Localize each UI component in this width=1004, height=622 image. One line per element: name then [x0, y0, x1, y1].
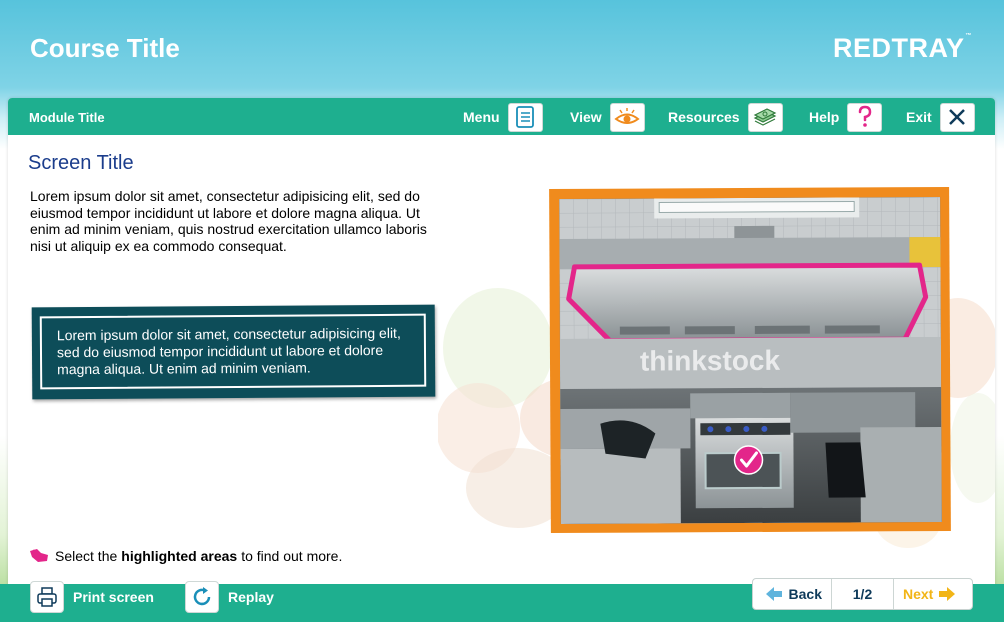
- help-button[interactable]: Help: [809, 102, 883, 132]
- intro-paragraph: Lorem ipsum dolor sit amet, consectetur …: [30, 188, 427, 254]
- view-button[interactable]: View: [570, 102, 645, 132]
- hint-post: to find out more.: [241, 548, 343, 564]
- trademark-mark: ™: [965, 33, 972, 39]
- brand-logo: REDTRAY™: [833, 33, 972, 64]
- view-label: View: [570, 109, 602, 125]
- question-mark-icon: [847, 102, 883, 132]
- brand-name: REDTRAY: [832, 33, 965, 63]
- module-title: Module Title: [29, 110, 105, 125]
- screen-title: Screen Title: [28, 152, 134, 174]
- module-toolbar: Module Title Menu View Resources Help Ex…: [8, 98, 995, 135]
- print-screen-button[interactable]: Print screen: [30, 580, 154, 614]
- photo-watermark: thinkstock: [640, 345, 781, 377]
- money-stack-icon: [747, 102, 783, 132]
- close-icon: [939, 102, 975, 132]
- content-panel: Module Title Menu View Resources Help Ex…: [8, 98, 995, 592]
- hint-highlight: highlighted areas: [121, 548, 238, 564]
- kitchen-photo: thinkstock: [559, 197, 942, 524]
- exit-label: Exit: [906, 109, 932, 125]
- next-label: Next: [903, 586, 934, 602]
- top-header: Course Title REDTRAY™: [0, 0, 1004, 100]
- replay-icon: [185, 581, 219, 613]
- callout-box: Lorem ipsum dolor sit amet, consectetur …: [31, 304, 436, 400]
- pointer-click-icon: [30, 549, 48, 562]
- next-button[interactable]: Next: [894, 586, 972, 602]
- menu-button[interactable]: Menu: [463, 102, 543, 132]
- instruction-hint: Select the highlighted areas to find out…: [28, 548, 342, 564]
- hint-pre: Select the: [55, 548, 118, 564]
- resources-button[interactable]: Resources: [668, 102, 783, 132]
- back-arrow-icon: [765, 587, 782, 601]
- help-label: Help: [809, 109, 840, 125]
- course-title: Course Title: [30, 33, 180, 63]
- printer-icon: [30, 581, 64, 613]
- menu-label: Menu: [463, 109, 500, 125]
- resources-label: Resources: [668, 109, 740, 125]
- page-counter: 1/2: [832, 579, 894, 609]
- photo-frame: thinkstock: [549, 186, 951, 534]
- exit-button[interactable]: Exit: [906, 102, 975, 132]
- menu-list-icon: [507, 102, 543, 132]
- replay-label: Replay: [228, 589, 274, 605]
- pager: Back 1/2 Next: [752, 578, 973, 610]
- hotspot-check-icon: [733, 445, 764, 475]
- print-screen-label: Print screen: [73, 589, 154, 605]
- eye-icon: [609, 102, 645, 132]
- next-arrow-icon: [939, 587, 956, 601]
- back-button[interactable]: Back: [753, 579, 832, 609]
- kitchen-illustration: thinkstock: [559, 197, 942, 524]
- back-label: Back: [788, 586, 822, 602]
- callout-text: Lorem ipsum dolor sit amet, consectetur …: [39, 313, 427, 390]
- replay-button[interactable]: Replay: [185, 580, 274, 614]
